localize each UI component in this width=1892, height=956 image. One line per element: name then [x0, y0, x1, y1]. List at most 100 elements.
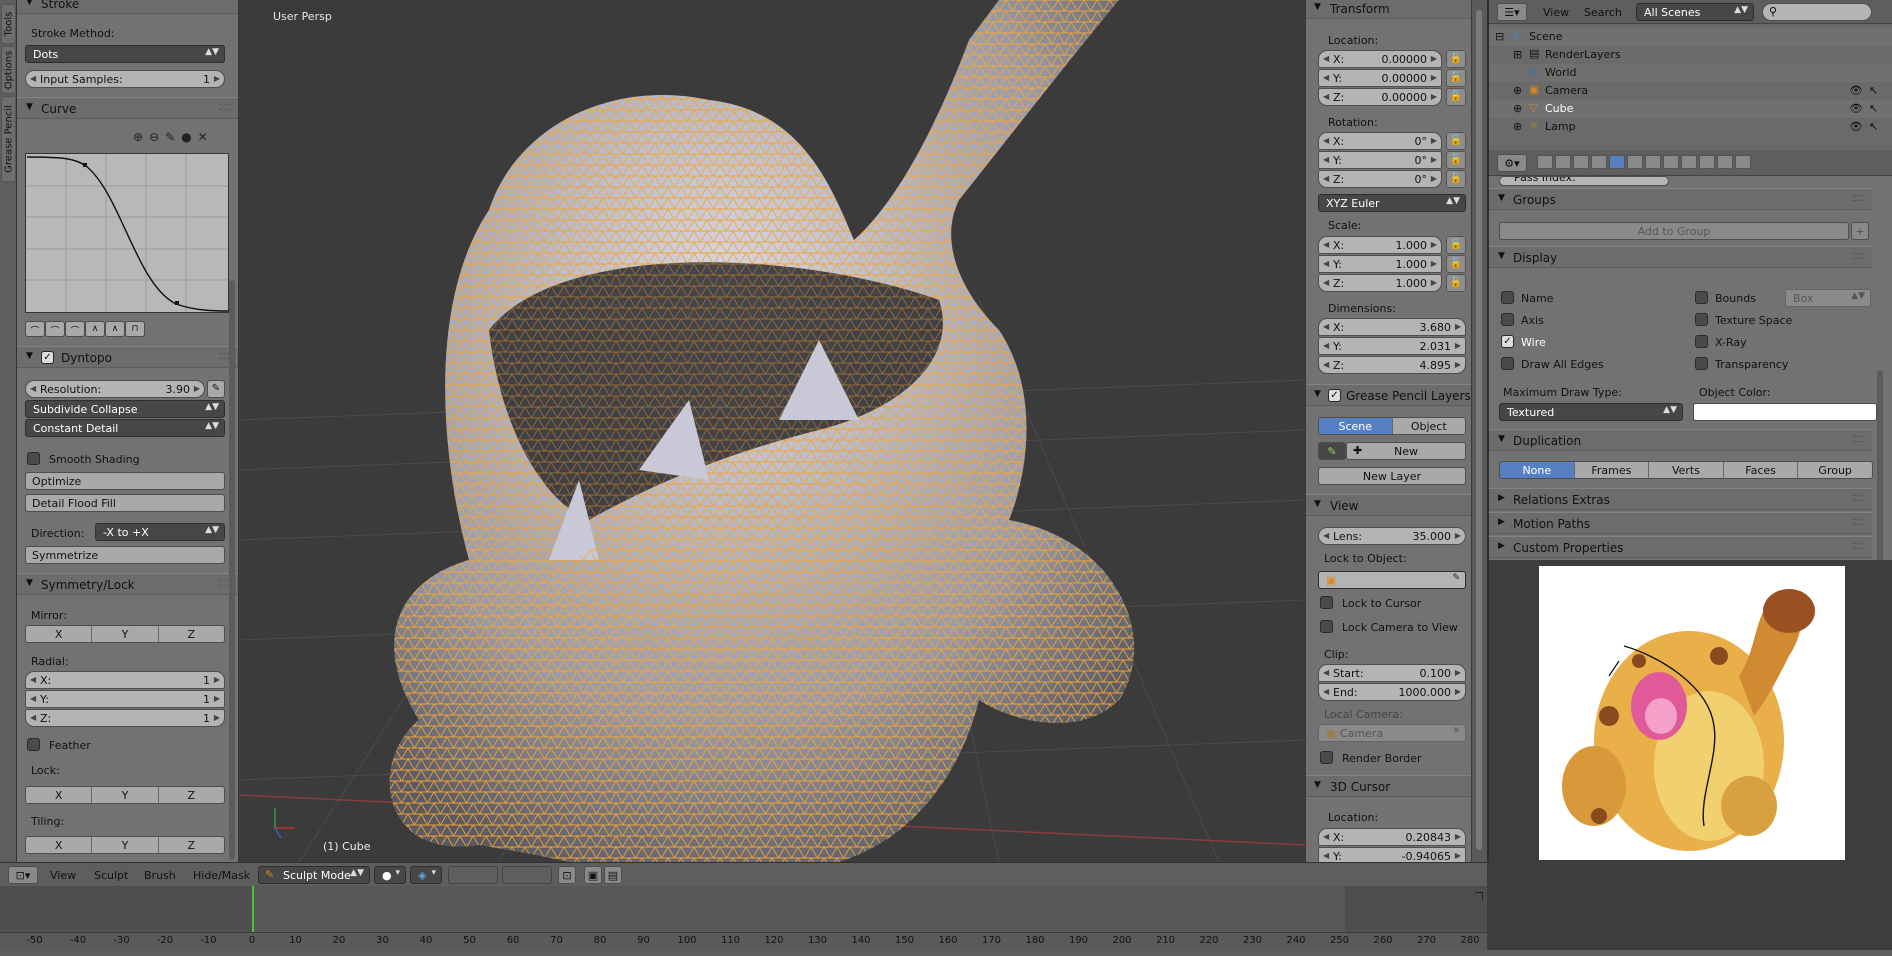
- panel-header-custom-properties[interactable]: ▶ Custom Properties: [1489, 536, 1872, 558]
- gp-object-toggle[interactable]: Object: [1392, 418, 1465, 434]
- lens-field[interactable]: ◀ Lens: 35.000 ▶: [1318, 527, 1466, 545]
- rotation-y-field[interactable]: ◀ Y: 0° ▶: [1318, 151, 1442, 169]
- bounds-type-dropdown[interactable]: Box ▲▼: [1785, 289, 1871, 307]
- world-tab-icon[interactable]: [1591, 155, 1607, 169]
- material-tab-icon[interactable]: [1681, 155, 1697, 169]
- lock-z-toggle[interactable]: Z: [158, 787, 224, 803]
- pivot-point-dropdown[interactable]: ◈ ▾: [410, 866, 442, 884]
- detail-flood-fill-button[interactable]: Detail Flood Fill: [25, 494, 225, 512]
- lock-rotation-x-icon[interactable]: 🔓: [1446, 132, 1466, 150]
- name-checkbox[interactable]: [1501, 291, 1514, 304]
- lock-object-field[interactable]: ▣ ✎: [1318, 571, 1466, 589]
- preset-linear-icon[interactable]: ∧: [105, 321, 125, 337]
- editor-type-icon[interactable]: ⚙▾: [1497, 154, 1527, 172]
- scale-x-field[interactable]: ◀ X: 1.000 ▶: [1318, 236, 1442, 254]
- panel-header-curve[interactable]: ▼ Curve: [17, 97, 238, 119]
- wire-checkbox[interactable]: ✓: [1501, 335, 1514, 348]
- clip-end-field[interactable]: ◀ End: 1000.000 ▶: [1318, 683, 1466, 701]
- zoom-out-icon[interactable]: ⊖: [149, 130, 165, 144]
- resolution-field[interactable]: ◀ Resolution: 3.90 ▶: [25, 380, 205, 398]
- texture-tab-icon[interactable]: [1699, 155, 1715, 169]
- hide-mask-menu[interactable]: Hide/Mask: [193, 869, 250, 882]
- lock-scale-x-icon[interactable]: 🔓: [1446, 236, 1466, 254]
- render-anim-icon[interactable]: ▤: [604, 866, 622, 884]
- outliner-search-menu[interactable]: Search: [1584, 6, 1622, 19]
- dimensions-y-field[interactable]: ◀ Y: 2.031 ▶: [1318, 337, 1466, 355]
- lock-location-z-icon[interactable]: 🔓: [1446, 88, 1466, 106]
- dup-verts-toggle[interactable]: Verts: [1649, 462, 1724, 478]
- tree-row-world[interactable]: ◍ World: [1489, 64, 1892, 82]
- wrench-icon[interactable]: ✎: [165, 130, 181, 144]
- scale-y-field[interactable]: ◀ Y: 1.000 ▶: [1318, 255, 1442, 273]
- bounds-checkbox[interactable]: [1695, 291, 1708, 304]
- radial-z-field[interactable]: ◀ Z: 1 ▶: [25, 709, 225, 727]
- lock-scale-z-icon[interactable]: 🔓: [1446, 274, 1466, 292]
- visibility-eye-icon[interactable]: 👁: [1849, 102, 1863, 115]
- modifiers-tab-icon[interactable]: [1645, 155, 1661, 169]
- outliner-view-menu[interactable]: View: [1543, 6, 1569, 19]
- preset-sharp-icon[interactable]: ∧: [85, 321, 105, 337]
- panel-header-motion-paths[interactable]: ▶ Motion Paths: [1489, 512, 1872, 534]
- mode-dropdown[interactable]: ✎ Sculpt Mode ▲▼: [258, 866, 370, 884]
- symmetrize-button[interactable]: Symmetrize: [25, 546, 225, 564]
- sculpt-menu[interactable]: Sculpt: [94, 869, 128, 882]
- preset-smooth-icon[interactable]: ⌒: [25, 321, 45, 337]
- scale-z-field[interactable]: ◀ Z: 1.000 ▶: [1318, 274, 1442, 292]
- layer-grid-2[interactable]: [502, 866, 552, 884]
- panel-header-3d-cursor[interactable]: ▼ 3D Cursor: [1306, 775, 1471, 797]
- layer-lock-icon[interactable]: ⊡: [558, 866, 576, 884]
- dup-group-toggle[interactable]: Group: [1798, 462, 1872, 478]
- mirror-y-toggle[interactable]: Y: [92, 626, 159, 642]
- tiling-y-toggle[interactable]: Y: [92, 837, 159, 853]
- grease-pencil-checkbox[interactable]: ✓: [1328, 389, 1341, 402]
- subdivide-collapse-dropdown[interactable]: Subdivide Collapse ▲▼: [25, 400, 225, 418]
- panel-header-relations-extras[interactable]: ▶ Relations Extras: [1489, 488, 1872, 510]
- radial-x-field[interactable]: ◀ X: 1 ▶: [25, 671, 225, 689]
- object-tab-icon[interactable]: [1609, 155, 1625, 169]
- lock-to-cursor-checkbox[interactable]: [1320, 596, 1333, 609]
- dimensions-x-field[interactable]: ◀ X: 3.680 ▶: [1318, 318, 1466, 336]
- outliner-search-input[interactable]: ⚲: [1762, 3, 1872, 21]
- panel-header-groups[interactable]: ▼ Groups: [1489, 188, 1872, 210]
- constraints-tab-icon[interactable]: [1627, 155, 1643, 169]
- rotation-z-field[interactable]: ◀ Z: 0° ▶: [1318, 170, 1442, 188]
- select-arrow-icon[interactable]: ↖: [1869, 84, 1878, 97]
- gp-pencil-icon[interactable]: ✎: [1318, 442, 1346, 460]
- transparency-checkbox[interactable]: [1695, 357, 1708, 370]
- add-icon[interactable]: +: [1851, 222, 1869, 240]
- local-camera-field[interactable]: ▣ Camera ✕: [1318, 724, 1466, 742]
- physics-tab-icon[interactable]: [1735, 155, 1751, 169]
- add-to-group-button[interactable]: Add to Group: [1499, 222, 1849, 240]
- visibility-eye-icon[interactable]: 👁: [1849, 120, 1863, 133]
- tree-row-lamp[interactable]: ⊕ ☼ Lamp 👁 ↖: [1489, 118, 1892, 136]
- mirror-x-toggle[interactable]: X: [26, 626, 93, 642]
- stroke-method-dropdown[interactable]: Dots ▲▼: [25, 45, 225, 63]
- dup-faces-toggle[interactable]: Faces: [1723, 462, 1799, 478]
- editor-type-icon[interactable]: ☰▾: [1497, 3, 1527, 21]
- panel-header-grease-pencil-layers[interactable]: ▼ ✓ Grease Pencil Layers: [1306, 384, 1471, 406]
- panel-header-view[interactable]: ▼ View: [1306, 494, 1471, 516]
- select-arrow-icon[interactable]: ↖: [1869, 120, 1878, 133]
- render-border-checkbox[interactable]: [1320, 751, 1333, 764]
- render-tab-icon[interactable]: [1537, 155, 1553, 169]
- display-mode-dropdown[interactable]: All Scenes ▲▼: [1636, 3, 1754, 21]
- xray-checkbox[interactable]: [1695, 335, 1708, 348]
- brush-menu[interactable]: Brush: [144, 869, 176, 882]
- tiling-x-toggle[interactable]: X: [26, 837, 93, 853]
- panel-header-transform[interactable]: ▼ Transform: [1306, 0, 1471, 19]
- tab-options[interactable]: Options: [1, 46, 16, 94]
- zoom-in-icon[interactable]: ⊕: [133, 130, 149, 144]
- panel-header-duplication[interactable]: ▼ Duplication: [1489, 429, 1872, 451]
- render-layers-tab-icon[interactable]: [1555, 155, 1571, 169]
- gp-scene-toggle[interactable]: Scene: [1319, 418, 1393, 434]
- visibility-eye-icon[interactable]: 👁: [1849, 84, 1863, 97]
- feather-checkbox[interactable]: [27, 738, 40, 751]
- tree-row-scene[interactable]: ⊟ ◉ Scene: [1489, 28, 1892, 46]
- tree-row-renderlayers[interactable]: ⊞ ▤ RenderLayers: [1489, 46, 1892, 64]
- timeline[interactable]: [0, 886, 1487, 932]
- curve-editor[interactable]: [25, 153, 229, 313]
- gp-new-button[interactable]: ✚ New: [1346, 442, 1466, 460]
- panel-header-display[interactable]: ▼ Display: [1489, 246, 1872, 268]
- smooth-shading-checkbox[interactable]: [27, 452, 40, 465]
- direction-dropdown[interactable]: -X to +X ▲▼: [95, 523, 225, 541]
